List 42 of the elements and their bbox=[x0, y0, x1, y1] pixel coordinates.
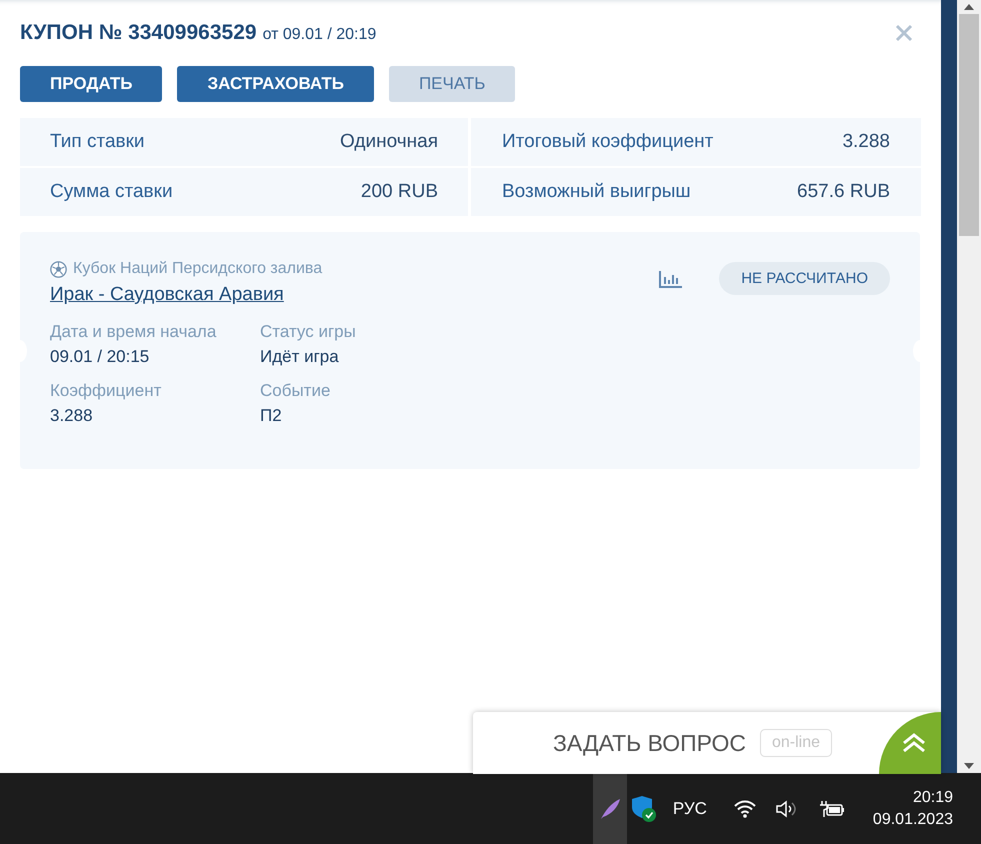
chat-label: ЗАДАТЬ ВОПРОС bbox=[553, 730, 746, 756]
tournament-name: Кубок Наций Персидского залива bbox=[73, 260, 322, 278]
coupon-date: от 09.01 / 20:19 bbox=[262, 26, 376, 44]
coupon-title: КУПОН № 33409963529 bbox=[20, 21, 257, 45]
field-value: П2 bbox=[260, 406, 283, 426]
action-button[interactable]: ПРОДАТЬ bbox=[20, 66, 162, 102]
field-value: 3.288 bbox=[50, 406, 94, 426]
shield-icon[interactable] bbox=[630, 794, 657, 822]
chat-widget[interactable]: ЗАДАТЬ ВОПРОС on-line bbox=[473, 712, 941, 774]
summary-value: 3.288 bbox=[842, 131, 890, 153]
double-chevron-icon bbox=[901, 732, 927, 754]
language-indicator[interactable]: РУС bbox=[672, 798, 707, 818]
taskbar-time[interactable]: 20:19 bbox=[912, 788, 953, 806]
soccer-ball-icon bbox=[50, 260, 67, 278]
field-label: Статус игры bbox=[260, 322, 357, 342]
taskbar-date[interactable]: 09.01.2023 bbox=[872, 810, 953, 828]
scroll-up-button[interactable] bbox=[879, 712, 941, 774]
summary-value: 200 RUB bbox=[360, 181, 438, 203]
taskbar-app-button[interactable] bbox=[592, 773, 627, 844]
wifi-icon[interactable] bbox=[732, 798, 757, 818]
summary-label: Возможный выигрыш bbox=[502, 181, 691, 203]
field-label: Событие bbox=[260, 381, 332, 401]
scroll-down-arrow-icon[interactable] bbox=[964, 763, 974, 769]
summary-label: Сумма ставки bbox=[50, 181, 173, 203]
summary-value: 657.6 RUB bbox=[797, 181, 890, 203]
field-value: 09.01 / 20:15 bbox=[50, 347, 150, 367]
summary-value: Одиночная bbox=[340, 131, 438, 153]
feather-icon bbox=[598, 796, 621, 820]
scroll-up-arrow-icon[interactable] bbox=[964, 4, 974, 10]
scrollbar-thumb[interactable] bbox=[959, 14, 979, 236]
battery-charging-icon[interactable] bbox=[818, 798, 845, 818]
action-button[interactable]: ЗАСТРАХОВАТЬ bbox=[177, 66, 374, 102]
status-badge: НЕ РАССЧИТАНО bbox=[719, 262, 890, 295]
summary-label: Тип ставки bbox=[50, 131, 145, 153]
summary-label: Итоговый коэффициент bbox=[502, 131, 714, 153]
field-label: Дата и время начала bbox=[50, 322, 218, 342]
statistics-icon[interactable] bbox=[659, 270, 684, 288]
field-label: Коэффициент bbox=[50, 381, 162, 401]
match-link[interactable]: Ирак - Саудовская Аравия bbox=[50, 284, 284, 306]
scrollbar[interactable] bbox=[957, 0, 981, 773]
online-badge: on-line bbox=[760, 729, 832, 757]
field-value: Идёт игра bbox=[260, 347, 340, 367]
